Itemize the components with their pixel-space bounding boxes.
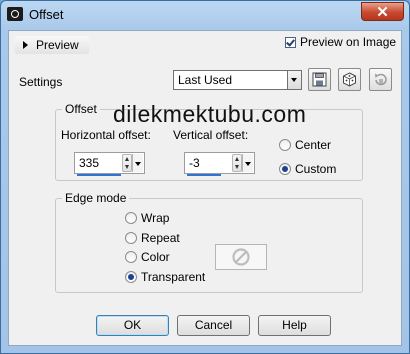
preview-toggle-button[interactable]: Preview <box>15 36 89 54</box>
save-preset-icon <box>312 72 327 87</box>
help-button[interactable]: Help <box>258 315 331 336</box>
title-bar[interactable]: Offset ✕ <box>1 1 409 29</box>
close-button[interactable]: ✕ <box>361 2 404 21</box>
custom-label: Custom <box>295 162 337 176</box>
settings-label: Settings <box>19 75 63 89</box>
vertical-offset-stepper[interactable] <box>232 154 242 172</box>
transparent-radio[interactable] <box>125 271 137 283</box>
no-color-icon <box>232 248 250 266</box>
wrap-radio[interactable] <box>125 212 137 224</box>
window-title: Offset <box>29 7 64 22</box>
repeat-label: Repeat <box>141 231 180 245</box>
edge-mode-group: Edge mode <box>55 191 363 293</box>
randomize-button[interactable] <box>338 68 361 91</box>
camera-app-icon <box>7 7 23 21</box>
horizontal-offset-dropdown-icon[interactable] <box>132 154 143 172</box>
ok-button[interactable]: OK <box>96 315 169 336</box>
help-button-label: Help <box>282 318 307 332</box>
cancel-button-label: Cancel <box>194 318 233 332</box>
cancel-button[interactable]: Cancel <box>177 315 250 336</box>
reset-button[interactable] <box>369 68 392 91</box>
vertical-offset-slider-bar <box>187 174 221 176</box>
transparent-label: Transparent <box>141 270 206 284</box>
chevron-down-icon[interactable] <box>287 71 301 89</box>
reset-icon <box>375 73 387 86</box>
vertical-offset-spinner[interactable]: -3 <box>184 152 255 176</box>
randomize-dice-icon <box>343 72 356 87</box>
watermark-text: dilekmektubu.com <box>113 101 307 127</box>
vertical-offset-dropdown-icon[interactable] <box>242 154 253 172</box>
dialog-window: Offset ✕ Preview Preview on Image Settin… <box>0 0 410 354</box>
dialog-body: Preview Preview on Image Settings Last U… <box>8 30 402 346</box>
color-swatch[interactable] <box>215 244 267 270</box>
offset-group-title: Offset <box>62 102 100 116</box>
preset-select-value: Last Used <box>178 73 233 87</box>
center-label: Center <box>295 138 332 152</box>
preset-select[interactable]: Last Used <box>173 70 302 90</box>
ok-button-label: OK <box>123 318 142 332</box>
color-label: Color <box>141 250 170 264</box>
save-preset-button[interactable] <box>308 68 331 91</box>
horizontal-offset-value: 335 <box>79 156 100 170</box>
wrap-label: Wrap <box>141 211 170 225</box>
vertical-offset-value: -3 <box>189 156 200 170</box>
center-radio[interactable] <box>279 139 291 151</box>
close-icon: ✕ <box>376 4 389 21</box>
triangle-right-icon <box>23 41 28 49</box>
repeat-radio[interactable] <box>125 232 137 244</box>
horizontal-offset-stepper[interactable] <box>122 154 132 172</box>
horizontal-offset-spinner[interactable]: 335 <box>74 152 145 176</box>
horizontal-offset-label: Horizontal offset: <box>61 128 151 142</box>
preview-toggle-label: Preview <box>36 38 79 52</box>
preview-on-image-label: Preview on Image <box>300 35 397 49</box>
vertical-offset-label: Vertical offset: <box>173 128 249 142</box>
preview-on-image-checkbox[interactable] <box>285 37 296 48</box>
edge-mode-group-title: Edge mode <box>62 191 130 205</box>
custom-radio[interactable] <box>279 163 291 175</box>
horizontal-offset-slider-bar <box>77 174 121 176</box>
color-radio[interactable] <box>125 251 137 263</box>
